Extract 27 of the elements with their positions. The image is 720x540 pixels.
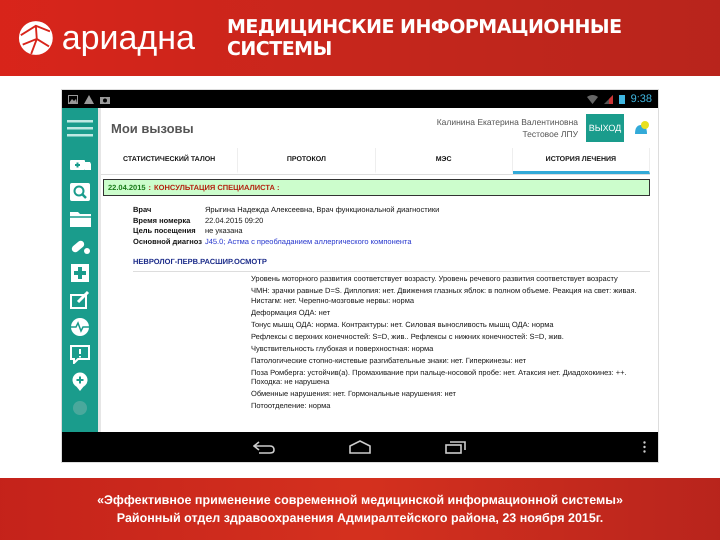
image-icon	[68, 94, 78, 104]
signal-icon	[604, 94, 613, 104]
search-icon[interactable]	[69, 182, 91, 202]
logo-text: ариадна	[62, 21, 195, 55]
back-icon[interactable]	[253, 440, 275, 454]
camera-icon	[100, 94, 110, 104]
page-title: Мои вызовы	[111, 120, 194, 136]
status-time: 9:38	[630, 93, 652, 105]
warning-icon	[84, 94, 94, 104]
slide-title: МЕДИЦИНСКИЕ ИНФОРМАЦИОННЫЕ СИСТЕМЫ	[226, 16, 623, 60]
home-icon[interactable]	[349, 440, 371, 454]
organization-name: Тестовое ЛПУ	[522, 128, 578, 140]
folder-icon[interactable]	[69, 209, 91, 229]
plus-icon[interactable]	[69, 263, 91, 283]
footer-text: Районный отдел здравоохранения Адмиралтейского района, 23 ноября 2015г.	[116, 510, 604, 526]
menu-icon[interactable]	[67, 118, 93, 138]
globe-logo-icon	[18, 19, 54, 57]
bell-icon[interactable]	[632, 120, 650, 136]
user-name: Калинина Екатерина Валентиновна	[436, 116, 578, 128]
battery-icon	[618, 94, 625, 104]
wifi-icon	[586, 94, 598, 104]
message-icon[interactable]	[69, 344, 91, 364]
footer-text: «Эффективное применение современной медицинской информационной системы»	[97, 492, 623, 508]
heartbeat-icon[interactable]	[69, 317, 91, 337]
recent-apps-icon[interactable]	[445, 440, 467, 454]
edit-icon[interactable]	[69, 290, 91, 310]
more-options-icon[interactable]	[643, 441, 646, 453]
